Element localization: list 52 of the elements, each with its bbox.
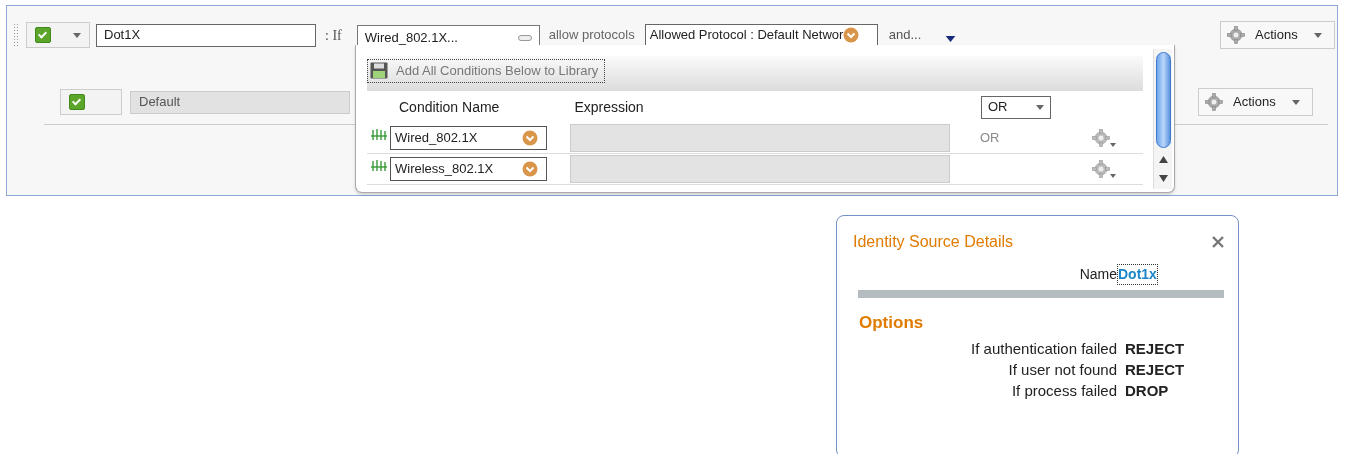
protocol-text: Allowed Protocol : Default Networ	[649, 26, 844, 45]
gear-icon	[1227, 26, 1245, 44]
scroll-down-icon	[1159, 175, 1168, 182]
actions-button[interactable]: Actions	[1220, 21, 1335, 49]
allow-protocols-label: allow protocols	[548, 26, 635, 45]
scroll-thumb[interactable]	[1156, 52, 1171, 148]
option-label: If user not found	[1007, 359, 1117, 380]
scrollbar[interactable]	[1153, 49, 1172, 189]
condition-select[interactable]: Wired_802.1X	[390, 126, 547, 150]
operator-select[interactable]: OR	[981, 95, 1051, 119]
caret-icon	[1313, 32, 1322, 38]
checkbox-dropdown[interactable]	[26, 22, 90, 48]
if-label: : If	[325, 26, 342, 45]
expression-field[interactable]	[570, 124, 950, 152]
chevron-down-icon	[843, 27, 860, 43]
column-header: Expression	[574, 97, 644, 117]
condition-icon	[371, 158, 387, 172]
option-value: REJECT	[1125, 359, 1186, 380]
option-value: REJECT	[1125, 338, 1186, 359]
gear-icon	[1205, 93, 1223, 111]
option-value: DROP	[1125, 380, 1170, 401]
caret-icon	[73, 32, 81, 38]
name-value: Dot1x	[1117, 264, 1158, 285]
condition-select[interactable]: Wireless_802.1X	[390, 157, 547, 181]
operator-text: OR	[980, 129, 1001, 148]
dialog-title: Identity Source Details	[853, 232, 1014, 252]
gear-menu-icon[interactable]	[1092, 160, 1116, 178]
rule-name-field[interactable]: Dot1X	[96, 23, 316, 47]
caret-icon	[1291, 99, 1300, 105]
add-to-library-button[interactable]: Add All Conditions Below to Library	[367, 59, 606, 83]
section-title: Options	[859, 312, 925, 334]
name-label: Name	[1078, 265, 1117, 284]
minus-icon	[517, 34, 532, 41]
column-header: Condition Name	[399, 97, 500, 117]
expression-field[interactable]	[570, 155, 950, 183]
gear-menu-icon[interactable]	[1092, 129, 1116, 147]
scroll-up-icon	[1159, 156, 1168, 163]
protocol-select[interactable]: Allowed Protocol : Default Networ	[644, 23, 878, 47]
actions-button[interactable]: Actions	[1198, 88, 1313, 116]
option-label: If process failed	[1010, 380, 1117, 401]
checkbox[interactable]	[35, 27, 51, 43]
checkbox[interactable]	[69, 94, 85, 110]
close-icon[interactable]	[1212, 236, 1224, 248]
chevron-down-icon	[522, 130, 538, 146]
and-link[interactable]: and...	[888, 25, 922, 45]
condition-text: Wired_802.1X...	[364, 28, 458, 47]
caret-icon	[945, 36, 957, 42]
option-label: If authentication failed	[970, 338, 1117, 359]
condition-icon	[371, 127, 387, 141]
chevron-down-icon	[522, 161, 538, 177]
rule-name-field: Default	[130, 90, 350, 114]
caret-icon	[1036, 104, 1044, 110]
